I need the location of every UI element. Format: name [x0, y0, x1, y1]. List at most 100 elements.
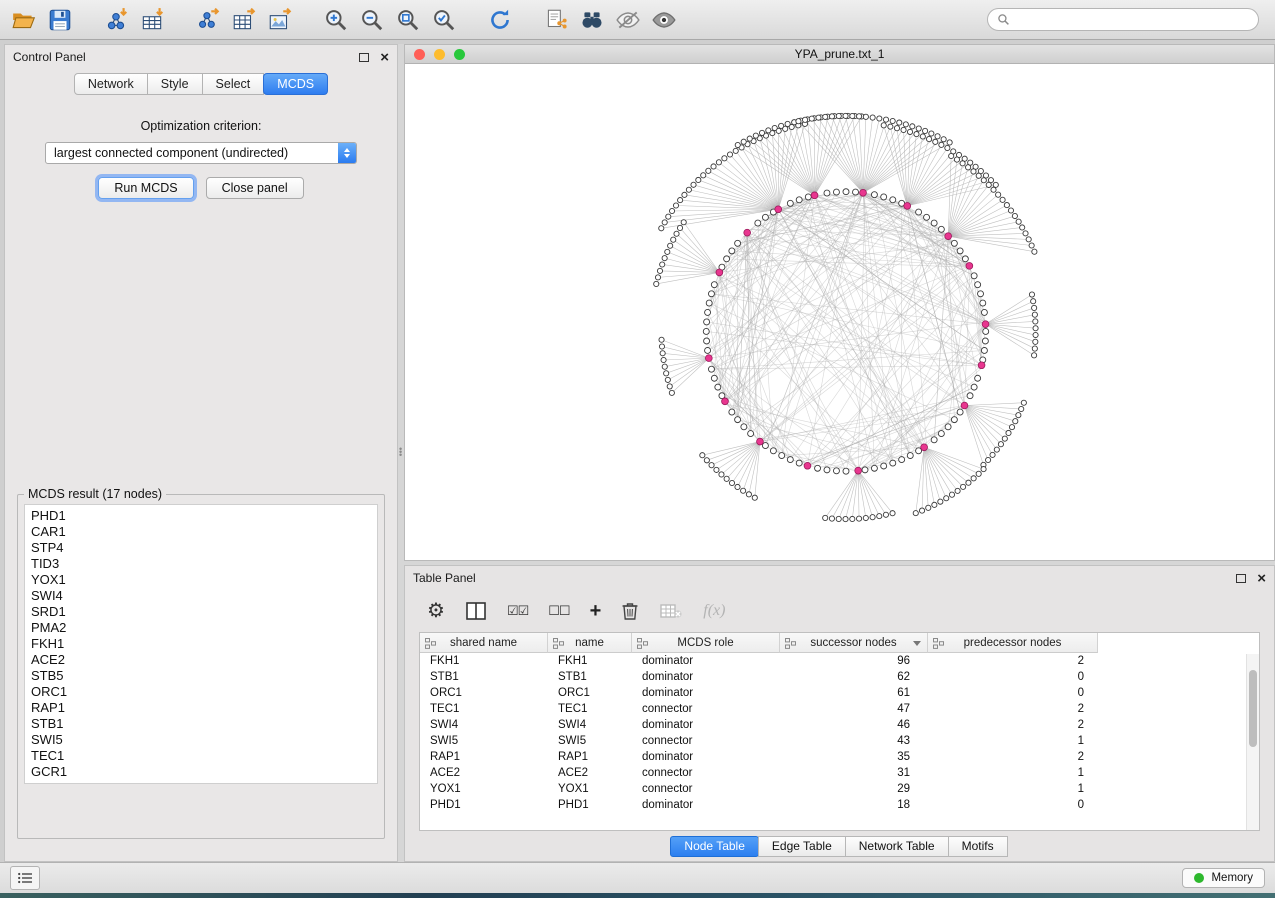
zoom-fit-button[interactable]: [390, 5, 426, 35]
network-node[interactable]: [657, 268, 662, 273]
network-node[interactable]: [1006, 430, 1011, 435]
network-node[interactable]: [722, 156, 727, 161]
network-node[interactable]: [714, 467, 719, 472]
float-panel-icon[interactable]: [359, 53, 369, 62]
refresh-view-button[interactable]: [482, 5, 518, 35]
mcds-result-item[interactable]: STB5: [31, 668, 371, 684]
network-node[interactable]: [787, 457, 793, 463]
network-node[interactable]: [877, 514, 882, 519]
network-node[interactable]: [843, 113, 848, 118]
network-node[interactable]: [686, 187, 691, 192]
network-node[interactable]: [1033, 326, 1038, 331]
network-node[interactable]: [863, 114, 868, 119]
network-node[interactable]: [802, 117, 807, 122]
network-node[interactable]: [785, 121, 790, 126]
network-mcds-node[interactable]: [811, 192, 818, 199]
open-session-button[interactable]: [6, 5, 42, 35]
network-node[interactable]: [910, 124, 915, 129]
tab-mcds[interactable]: MCDS: [263, 73, 328, 95]
network-node[interactable]: [907, 129, 912, 134]
network-node[interactable]: [815, 465, 821, 471]
network-node[interactable]: [981, 178, 986, 183]
network-node[interactable]: [724, 476, 729, 481]
network-node[interactable]: [1029, 292, 1034, 297]
network-node[interactable]: [809, 116, 814, 121]
network-node[interactable]: [975, 282, 981, 288]
network-node[interactable]: [833, 189, 839, 195]
network-node[interactable]: [914, 131, 919, 136]
network-node[interactable]: [978, 291, 984, 297]
network-node[interactable]: [966, 165, 971, 170]
network-node[interactable]: [1032, 249, 1037, 254]
network-node[interactable]: [1019, 406, 1024, 411]
network-node[interactable]: [843, 189, 849, 195]
network-graph[interactable]: [405, 64, 1274, 560]
network-node[interactable]: [857, 114, 862, 119]
network-node[interactable]: [762, 443, 768, 449]
network-node[interactable]: [971, 384, 977, 390]
network-node[interactable]: [719, 472, 724, 477]
network-node[interactable]: [766, 128, 771, 133]
network-node[interactable]: [660, 262, 665, 267]
network-mcds-node[interactable]: [921, 444, 928, 451]
mcds-result-item[interactable]: GCR1: [31, 764, 371, 780]
tab-select[interactable]: Select: [202, 73, 265, 95]
table-row[interactable]: YOX1YOX1connector291: [420, 781, 1259, 797]
network-node[interactable]: [668, 243, 673, 248]
network-node[interactable]: [711, 164, 716, 169]
network-node[interactable]: [704, 319, 710, 325]
network-node[interactable]: [706, 300, 712, 306]
network-node[interactable]: [926, 136, 931, 141]
network-node[interactable]: [664, 371, 669, 376]
network-node[interactable]: [662, 220, 667, 225]
network-node[interactable]: [1000, 197, 1005, 202]
network-node[interactable]: [1004, 202, 1009, 207]
network-node[interactable]: [669, 390, 674, 395]
network-node[interactable]: [729, 409, 735, 415]
network-node[interactable]: [762, 214, 768, 220]
mcds-result-item[interactable]: PMA2: [31, 620, 371, 636]
network-node[interactable]: [975, 375, 981, 381]
network-node[interactable]: [823, 114, 828, 119]
network-node[interactable]: [770, 448, 776, 454]
network-node[interactable]: [701, 173, 706, 178]
table-row[interactable]: PHD1PHD1dominator180: [420, 797, 1259, 813]
search-network-button[interactable]: [574, 5, 610, 35]
network-node[interactable]: [706, 168, 711, 173]
network-node[interactable]: [971, 169, 976, 174]
network-node[interactable]: [709, 463, 714, 468]
network-node[interactable]: [982, 338, 988, 344]
network-node[interactable]: [673, 203, 678, 208]
network-node[interactable]: [704, 458, 709, 463]
mcds-result-item[interactable]: RAP1: [31, 700, 371, 716]
memory-button[interactable]: Memory: [1182, 868, 1265, 888]
mcds-result-item[interactable]: SWI4: [31, 588, 371, 604]
network-node[interactable]: [669, 208, 674, 213]
export-image-button[interactable]: [262, 5, 298, 35]
network-node[interactable]: [746, 492, 751, 497]
network-node[interactable]: [966, 480, 971, 485]
network-node[interactable]: [960, 161, 965, 166]
network-node[interactable]: [994, 447, 999, 452]
zoom-in-button[interactable]: [318, 5, 354, 35]
tab-network-table[interactable]: Network Table: [845, 836, 949, 857]
network-mcds-node[interactable]: [804, 462, 811, 469]
tab-style[interactable]: Style: [147, 73, 203, 95]
network-node[interactable]: [1016, 413, 1021, 418]
network-node[interactable]: [716, 160, 721, 165]
network-node[interactable]: [1033, 339, 1038, 344]
network-node[interactable]: [949, 153, 954, 158]
network-node[interactable]: [796, 197, 802, 203]
network-mcds-node[interactable]: [860, 189, 867, 196]
mcds-result-item[interactable]: TEC1: [31, 748, 371, 764]
network-node[interactable]: [678, 198, 683, 203]
network-node[interactable]: [787, 200, 793, 206]
network-mcds-node[interactable]: [961, 402, 968, 409]
table-row[interactable]: TEC1TEC1connector472: [420, 701, 1259, 717]
network-node[interactable]: [954, 157, 959, 162]
network-node[interactable]: [1032, 346, 1037, 351]
network-mcds-node[interactable]: [722, 398, 729, 405]
close-table-panel-icon[interactable]: ×: [1257, 571, 1266, 586]
network-node[interactable]: [853, 189, 859, 195]
tab-edge-table[interactable]: Edge Table: [758, 836, 846, 857]
